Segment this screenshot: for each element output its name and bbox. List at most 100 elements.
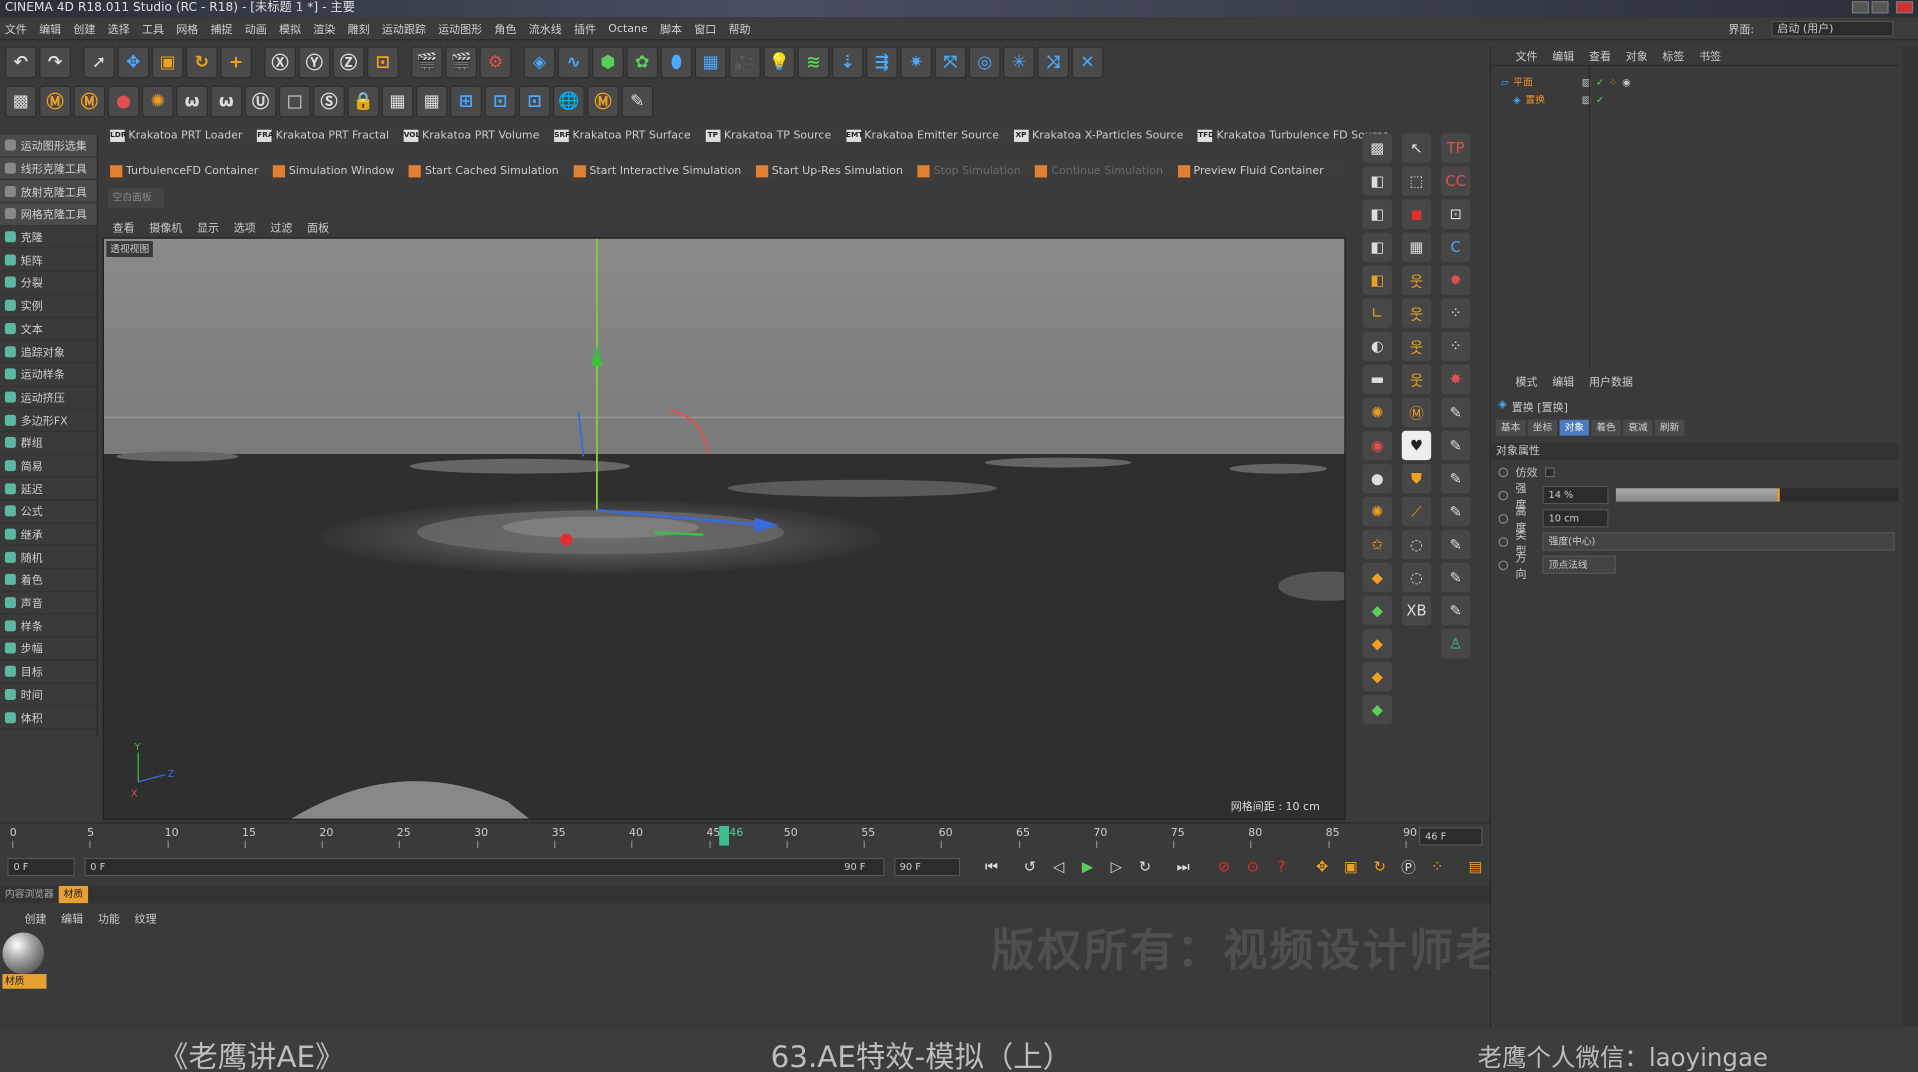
menu-item-17[interactable]: 脚本	[660, 21, 682, 36]
pen3-icon[interactable]: ✎	[1440, 430, 1471, 461]
object-menu-item[interactable]: 查看	[1589, 48, 1611, 63]
record-circle-icon[interactable]: ◉	[1362, 430, 1393, 461]
left-panel-item[interactable]: 多边形FX	[0, 409, 97, 432]
dots2-icon[interactable]: ⁘	[1440, 331, 1471, 361]
sun-icon[interactable]: ✺	[1362, 397, 1393, 428]
wind-icon[interactable]: ✕	[1071, 46, 1104, 79]
hair-icon[interactable]: ≋	[797, 46, 830, 79]
layer5-icon[interactable]: ◆	[1362, 695, 1393, 725]
cube-view3-icon[interactable]: ◧	[1362, 232, 1393, 262]
krakatoa-button[interactable]: LDR Krakatoa PRT Loader	[105, 129, 247, 142]
pen5-icon[interactable]: ✎	[1440, 496, 1471, 527]
attribute-tab[interactable]: 着色	[1591, 419, 1621, 436]
render-view-icon[interactable]: 🎬	[410, 46, 443, 79]
dots-icon[interactable]: ⁘	[1440, 298, 1471, 328]
tp-icon[interactable]: TP	[1440, 133, 1471, 163]
menu-item-15[interactable]: 插件	[574, 21, 596, 36]
attribute-tab[interactable]: 基本	[1495, 419, 1526, 436]
strength-slider[interactable]	[1615, 488, 1899, 502]
left-panel-item[interactable]: 步幅	[0, 638, 97, 661]
left-panel-item[interactable]: 目标	[0, 661, 97, 684]
viewport-menu-item[interactable]: 面板	[307, 219, 329, 235]
square-icon[interactable]: □	[278, 85, 311, 118]
left-panel-item[interactable]: 延迟	[0, 478, 97, 501]
attribute-menu-item[interactable]: 用户数据	[1589, 373, 1633, 388]
record-icon[interactable]: ●	[107, 85, 140, 118]
timeline-playhead[interactable]	[719, 825, 730, 846]
material-swatch[interactable]: 材质	[2, 932, 47, 993]
key-scale-icon[interactable]: ▣	[1339, 854, 1363, 878]
menu-item-19[interactable]: 帮助	[729, 21, 751, 36]
left-panel-item[interactable]: 继承	[0, 523, 97, 547]
menu-item-10[interactable]: 雕刻	[348, 21, 370, 36]
height-field[interactable]: 10 cm	[1542, 509, 1609, 528]
y-axis-icon[interactable]: Ⓨ	[298, 46, 331, 79]
material-menu-item[interactable]: 功能	[98, 910, 120, 925]
render-pic-icon[interactable]: 🎬	[445, 46, 478, 79]
grid2-icon[interactable]: ▦	[381, 85, 414, 118]
krakatoa-button[interactable]: FRA Krakatoa PRT Fractal	[252, 129, 394, 142]
object-menu-item[interactable]: 文件	[1516, 48, 1538, 63]
left-panel-item[interactable]: 运动样条	[0, 363, 97, 387]
go-start-icon[interactable]: ⏮	[980, 854, 1004, 878]
key-grid-icon[interactable]: ⁘	[1425, 854, 1449, 878]
strength-field[interactable]: 14 %	[1542, 485, 1609, 505]
nurbs-icon[interactable]: ⬢	[592, 46, 624, 79]
redo-icon[interactable]: ↷	[39, 46, 71, 79]
turbulence-button[interactable]: Simulation Window	[268, 165, 399, 178]
krakatoa-button[interactable]: EMT Krakatoa Emitter Source	[841, 129, 1004, 142]
heart-icon[interactable]: ♥	[1401, 430, 1432, 461]
stripe-icon[interactable]: ▬	[1362, 364, 1393, 395]
go-end-icon[interactable]: ⏭	[1171, 854, 1195, 878]
layer2-icon[interactable]: ◆	[1362, 595, 1393, 626]
next-frame-icon[interactable]: ▷	[1104, 854, 1128, 878]
xb-icon[interactable]: XB	[1401, 595, 1432, 626]
attribute-menu-item[interactable]: 模式	[1516, 373, 1538, 388]
key-help-icon[interactable]: ?	[1270, 854, 1294, 878]
close-button[interactable]	[1895, 1, 1914, 14]
menu-item-6[interactable]: 捕捉	[211, 21, 233, 36]
friction-icon[interactable]: ⤨	[1037, 46, 1070, 79]
field-icon[interactable]: ⇶	[866, 46, 898, 79]
left-panel-item[interactable]: 追踪对象	[0, 340, 97, 364]
anim-radio[interactable]	[1498, 466, 1509, 477]
gear2-icon[interactable]: ✺	[1362, 496, 1393, 527]
red-cube-icon[interactable]: ◼	[1401, 199, 1432, 229]
globe-icon[interactable]: 🌐	[552, 85, 585, 118]
s-icon[interactable]: Ⓢ	[313, 85, 345, 118]
flame-icon[interactable]: ✸	[1440, 364, 1471, 395]
u-icon[interactable]: Ⓤ	[244, 85, 277, 118]
mograph-icon[interactable]: ✿	[626, 46, 659, 79]
z-axis-icon[interactable]: Ⓩ	[332, 46, 365, 79]
menu-item-16[interactable]: Octane	[608, 23, 648, 35]
record-key-icon[interactable]: ⊘	[1212, 854, 1236, 878]
deflector-icon[interactable]: ✳	[1003, 46, 1035, 79]
object-row-plane[interactable]: ▱ 平面 ▨ ✓ ⁘ ◉	[1491, 73, 1898, 90]
emitter-icon[interactable]: ✷	[900, 46, 933, 79]
viewport-menu-item[interactable]: 过滤	[270, 219, 292, 235]
undo-icon[interactable]: ↶	[4, 46, 37, 79]
cc-icon[interactable]: CC	[1440, 166, 1471, 196]
minimize-button[interactable]	[1851, 1, 1870, 14]
attribute-tab[interactable]: 刷新	[1654, 419, 1685, 436]
box-icon[interactable]: ⬚	[1401, 166, 1432, 196]
force-icon[interactable]: ⤧	[934, 46, 967, 79]
figure-icon[interactable]: 웃	[1401, 265, 1432, 295]
tag-icon[interactable]: ⁘	[1609, 76, 1617, 87]
lock-icon[interactable]: 🔒	[347, 85, 380, 118]
turbulence-button[interactable]: Start Cached Simulation	[404, 165, 563, 178]
pen7-icon[interactable]: ✎	[1440, 562, 1471, 593]
type-dropdown[interactable]: 强度(中心)	[1542, 532, 1895, 551]
anim-radio[interactable]	[1498, 559, 1509, 570]
key-rotate-icon[interactable]: ↻	[1368, 854, 1392, 878]
viewport2-icon[interactable]: ⊡	[484, 85, 517, 118]
attractor-icon[interactable]: ◎	[968, 46, 1001, 79]
sculpt-icon[interactable]: ▩	[1362, 133, 1393, 163]
menu-item-8[interactable]: 模拟	[279, 21, 301, 36]
pen8-icon[interactable]: ✎	[1440, 595, 1471, 626]
x-axis-handle[interactable]	[560, 533, 573, 546]
menu-item-11[interactable]: 运动跟踪	[382, 21, 426, 36]
key-param-icon[interactable]: Ⓟ	[1397, 854, 1421, 878]
material-menu-item[interactable]: 纹理	[135, 910, 157, 925]
turbulence-button[interactable]: TurbulenceFD Container	[105, 165, 263, 178]
